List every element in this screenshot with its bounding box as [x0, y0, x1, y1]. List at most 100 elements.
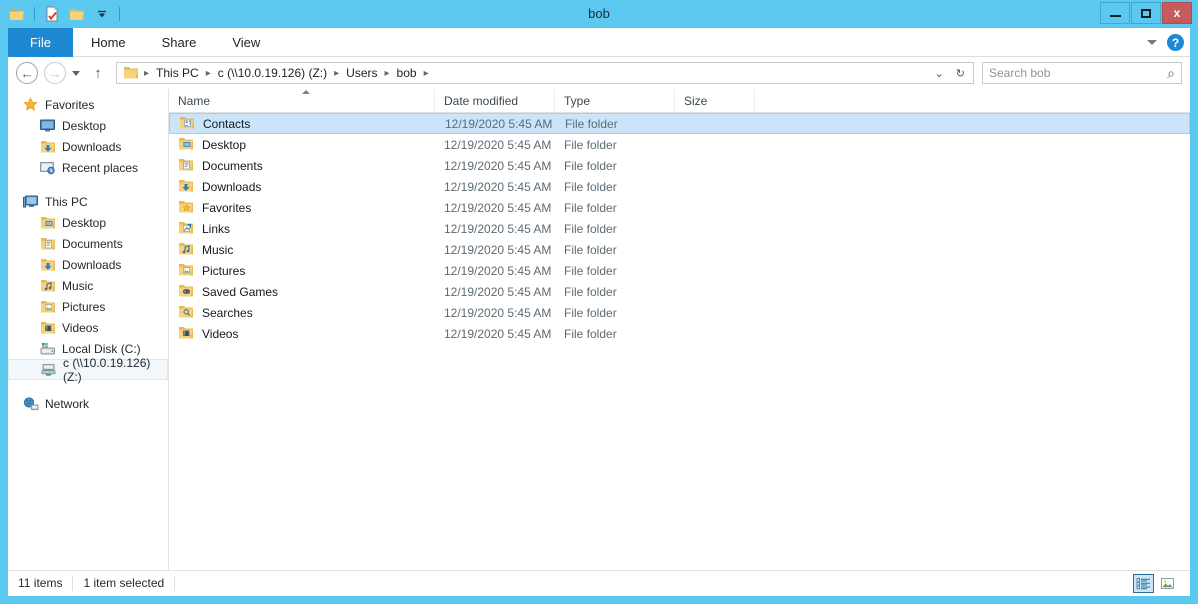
file-name-label: Saved Games — [202, 284, 279, 299]
downloads-folder-icon — [39, 139, 56, 155]
sidebar-item-this-pc[interactable]: This PC — [8, 191, 168, 212]
sidebar-item-desktop[interactable]: Desktop — [8, 212, 168, 233]
search-icon[interactable]: ⌕ — [1167, 65, 1175, 82]
table-row[interactable]: Links 12/19/2020 5:45 AM File folder — [169, 218, 1190, 239]
large-icons-view-button[interactable] — [1157, 574, 1178, 593]
history-dropdown-icon[interactable]: ⌄ — [935, 67, 944, 80]
cell-date-modified: 12/19/2020 5:45 AM — [444, 200, 552, 215]
file-name-label: Searches — [202, 305, 253, 320]
sort-ascending-icon — [301, 90, 310, 94]
item-count-label: 11 items — [18, 576, 63, 590]
breadcrumb-users[interactable]: Users — [342, 66, 381, 80]
minimize-button[interactable] — [1100, 2, 1130, 24]
status-bar: 11 items 1 item selected — [8, 570, 1190, 596]
sidebar-item-z-drive[interactable]: c (\\10.0.19.126) (Z:) — [8, 356, 168, 384]
sidebar-item-music[interactable]: Music — [8, 275, 168, 296]
sidebar-label: Desktop — [62, 215, 107, 230]
maximize-icon — [1141, 8, 1151, 18]
sidebar-item-favorites[interactable]: Favorites — [8, 94, 168, 115]
sidebar-item-downloads[interactable]: Downloads — [8, 254, 168, 275]
cell-name: Music — [169, 242, 435, 258]
search-input[interactable]: Search bob ⌕ — [982, 62, 1182, 84]
ribbon-tabs: File Home Share View — [8, 28, 1190, 57]
cell-date-modified: 12/19/2020 5:45 AM — [444, 137, 552, 152]
sidebar-item-network[interactable]: Network — [8, 393, 168, 414]
table-row[interactable]: Favorites 12/19/2020 5:45 AM File folder — [169, 197, 1190, 218]
breadcrumb-bob[interactable]: bob — [393, 66, 421, 80]
maximize-button[interactable] — [1131, 2, 1161, 24]
documents-folder-icon — [178, 158, 195, 174]
breadcrumb[interactable]: ▸ This PC ▸ c (\\10.0.19.126) (Z:) ▸ Use… — [116, 62, 974, 84]
file-name-label: Documents — [202, 158, 263, 173]
downloads-folder-icon — [39, 257, 56, 273]
recent-locations-icon[interactable] — [72, 70, 80, 76]
cell-type: File folder — [565, 116, 618, 131]
sidebar-item-recent-places[interactable]: Recent places — [8, 157, 168, 178]
table-row[interactable]: Saved Games 12/19/2020 5:45 AM File folder — [169, 281, 1190, 302]
tab-home[interactable]: Home — [73, 28, 144, 57]
sidebar-label: Documents — [62, 236, 123, 251]
cell-date-modified: 12/19/2020 5:45 AM — [444, 158, 552, 173]
column-header-name[interactable]: Name — [169, 89, 435, 113]
sidebar-label: Local Disk (C:) — [62, 341, 141, 356]
sidebar-label: c (\\10.0.19.126) (Z:) — [63, 355, 151, 384]
table-row[interactable]: Contacts 12/19/2020 5:45 AM File folder — [169, 113, 1190, 134]
explorer-window: bob x File Home Share View ? ← → ↑ ▸ Thi… — [0, 0, 1198, 604]
table-row[interactable]: Downloads 12/19/2020 5:45 AM File folder — [169, 176, 1190, 197]
table-row[interactable]: Pictures 12/19/2020 5:45 AM File folder — [169, 260, 1190, 281]
cell-name: Favorites — [169, 200, 435, 216]
close-button[interactable]: x — [1162, 2, 1192, 24]
cell-type: File folder — [564, 221, 617, 236]
breadcrumb-z-drive[interactable]: c (\\10.0.19.126) (Z:) — [214, 66, 331, 80]
local-disk-icon — [39, 341, 56, 357]
column-header-size[interactable]: Size — [675, 89, 755, 113]
cell-type: File folder — [564, 326, 617, 341]
cell-date-modified: 12/19/2020 5:45 AM — [444, 263, 552, 278]
breadcrumb-separator: ▸ — [423, 67, 429, 79]
sidebar-item-pictures[interactable]: Pictures — [8, 296, 168, 317]
file-name-label: Pictures — [202, 263, 246, 278]
tab-share[interactable]: Share — [144, 28, 215, 57]
cell-type: File folder — [564, 242, 617, 257]
sidebar-item-documents[interactable]: Documents — [8, 233, 168, 254]
refresh-icon[interactable]: ↻ — [956, 67, 965, 80]
column-header-date-modified[interactable]: Date modified — [435, 89, 555, 113]
table-row[interactable]: Videos 12/19/2020 5:45 AM File folder — [169, 323, 1190, 344]
table-row[interactable]: Documents 12/19/2020 5:45 AM File folder — [169, 155, 1190, 176]
up-button[interactable]: ↑ — [90, 65, 106, 82]
details-view-button[interactable] — [1133, 574, 1154, 593]
file-rows: Contacts 12/19/2020 5:45 AM File folder Des… — [169, 113, 1190, 344]
cell-name: Downloads — [169, 179, 435, 195]
sidebar-label: Music — [62, 278, 94, 293]
column-header-type[interactable]: Type — [555, 89, 675, 113]
table-row[interactable]: Searches 12/19/2020 5:45 AM File folder — [169, 302, 1190, 323]
address-bar: ← → ↑ ▸ This PC ▸ c (\\10.0.19.126) (Z:)… — [8, 57, 1190, 89]
cell-date-modified: 12/19/2020 5:45 AM — [445, 116, 553, 131]
pictures-folder-icon — [39, 299, 56, 315]
breadcrumb-this-pc[interactable]: This PC — [152, 66, 203, 80]
cell-name: Contacts — [170, 116, 436, 132]
cell-name: Videos — [169, 326, 435, 342]
sidebar-label: Network — [45, 396, 90, 411]
table-row[interactable]: Desktop 12/19/2020 5:45 AM File folder — [169, 134, 1190, 155]
column-label: Name — [178, 94, 211, 108]
back-button[interactable]: ← — [16, 62, 38, 84]
help-icon[interactable]: ? — [1167, 34, 1184, 51]
tab-file[interactable]: File — [8, 28, 73, 57]
breadcrumb-separator: ▸ — [144, 67, 150, 79]
table-row[interactable]: Music 12/19/2020 5:45 AM File folder — [169, 239, 1190, 260]
forward-button[interactable]: → — [44, 62, 66, 84]
tab-view[interactable]: View — [214, 28, 278, 57]
chevron-down-icon[interactable] — [1147, 40, 1157, 45]
sidebar-item-desktop-fav[interactable]: Desktop — [8, 115, 168, 136]
cell-date-modified: 12/19/2020 5:45 AM — [444, 305, 552, 320]
cell-name: Pictures — [169, 263, 435, 279]
music-folder-icon — [178, 242, 195, 258]
desktop-icon — [39, 118, 56, 134]
desktop-folder-icon — [39, 215, 56, 231]
sidebar-item-videos[interactable]: Videos — [8, 317, 168, 338]
sidebar-item-downloads-fav[interactable]: Downloads — [8, 136, 168, 157]
saved-games-folder-icon — [178, 284, 195, 300]
network-icon — [22, 396, 39, 412]
file-name-label: Downloads — [202, 179, 262, 194]
